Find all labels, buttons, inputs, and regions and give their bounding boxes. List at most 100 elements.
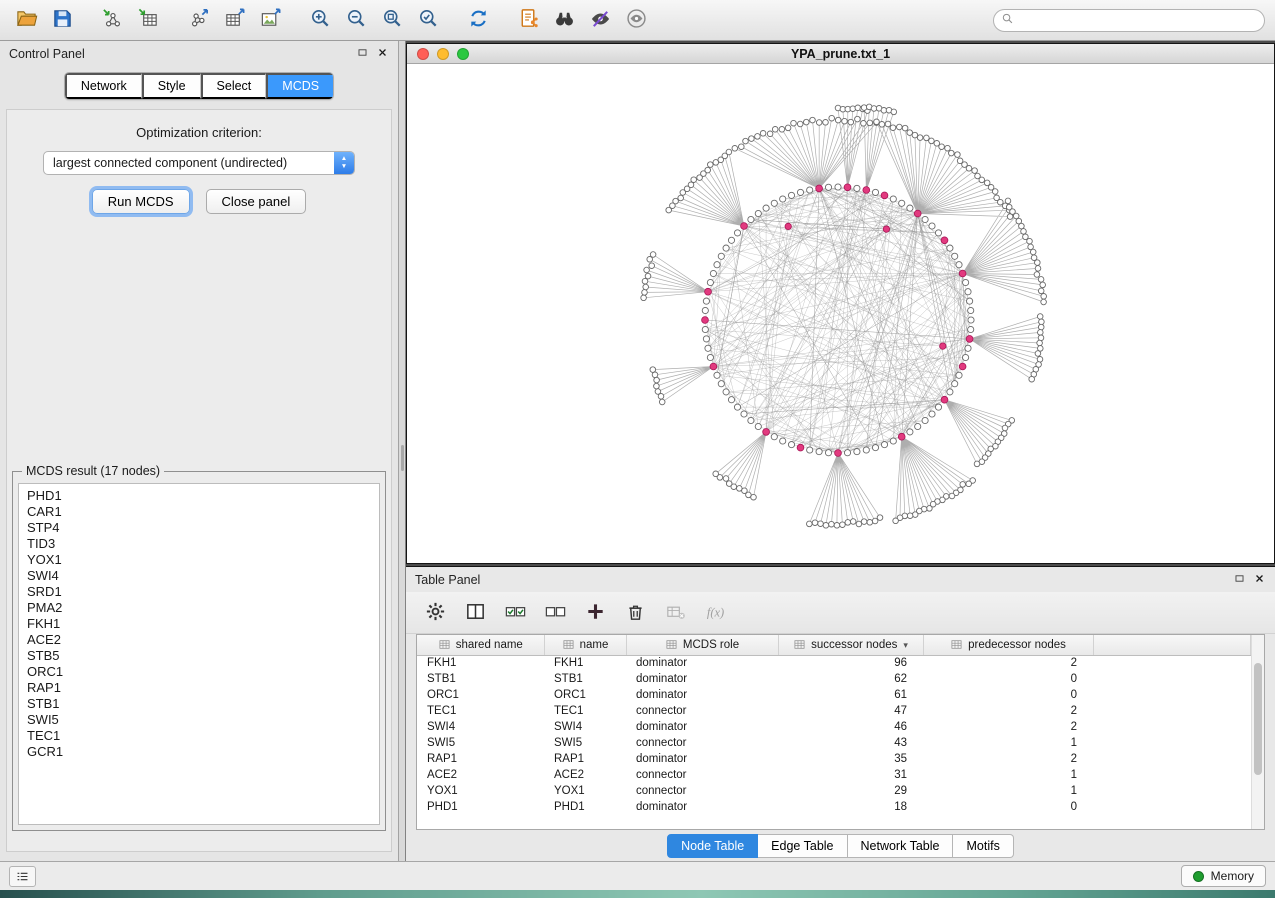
column-header-mcds-role[interactable]: MCDS role [626, 635, 778, 655]
float-window-icon[interactable] [356, 46, 369, 62]
table-row[interactable]: FKH1FKH1dominator962 [417, 655, 1251, 671]
mcds-result-item[interactable]: TEC1 [27, 728, 379, 744]
mcds-result-item[interactable]: ACE2 [27, 632, 379, 648]
mcds-role-cell: connector [626, 783, 778, 799]
memory-status-icon [1193, 871, 1204, 882]
hide-graphics-button[interactable] [584, 4, 616, 36]
tab-motifs[interactable]: Motifs [953, 834, 1013, 858]
column-layout-button[interactable] [460, 598, 490, 628]
table-row[interactable]: YOX1YOX1connector291 [417, 783, 1251, 799]
mcds-result-item[interactable]: CAR1 [27, 504, 379, 520]
select-all-checkboxes-button[interactable] [500, 598, 530, 628]
vertical-splitter[interactable] [398, 41, 406, 861]
tab-mcds[interactable]: MCDS [266, 73, 333, 99]
column-header-shared-name[interactable]: shared name [417, 635, 544, 655]
filler-cell [1093, 799, 1251, 815]
mcds-result-item[interactable]: TID3 [27, 536, 379, 552]
mcds-result-item[interactable]: FKH1 [27, 616, 379, 632]
column-header-predecessor-nodes[interactable]: predecessor nodes [923, 635, 1093, 655]
float-window-icon[interactable] [1233, 572, 1246, 588]
binoculars-button[interactable] [548, 4, 580, 36]
column-menu-chevron-icon[interactable]: ▾ [903, 640, 908, 650]
refresh-button[interactable] [462, 4, 494, 36]
column-header-name[interactable]: name [544, 635, 626, 655]
table-scrollbar[interactable] [1251, 635, 1264, 829]
share-document-button[interactable] [512, 4, 544, 36]
scrollbar-thumb[interactable] [1254, 663, 1262, 775]
show-graphics-button[interactable] [620, 4, 652, 36]
splitter-handle[interactable] [401, 445, 404, 471]
export-network-button[interactable] [182, 4, 214, 36]
deselect-all-checkboxes-button[interactable] [540, 598, 570, 628]
import-network-button[interactable] [96, 4, 128, 36]
successor-nodes-cell: 29 [778, 783, 923, 799]
mcds-result-item[interactable]: STP4 [27, 520, 379, 536]
tab-node-table[interactable]: Node Table [667, 834, 758, 858]
mcds-tab-content: Optimization criterion: largest connecte… [6, 109, 392, 852]
mcds-result-item[interactable]: SRD1 [27, 584, 379, 600]
zoom-in-button[interactable] [304, 4, 336, 36]
mcds-result-item[interactable]: SWI5 [27, 712, 379, 728]
fit-selected-button[interactable] [412, 4, 444, 36]
table-row[interactable]: STB1STB1dominator620 [417, 671, 1251, 687]
search-input[interactable] [1019, 13, 1258, 27]
table-row[interactable]: RAP1RAP1dominator352 [417, 751, 1251, 767]
table-row[interactable]: PHD1PHD1dominator180 [417, 799, 1251, 815]
tab-network[interactable]: Network [65, 73, 142, 99]
successor-nodes-cell: 96 [778, 655, 923, 671]
close-panel-button[interactable]: Close panel [206, 189, 307, 214]
table-row[interactable]: SWI4SWI4dominator462 [417, 719, 1251, 735]
network-window-titlebar[interactable]: YPA_prune.txt_1 [407, 44, 1274, 64]
tab-network-table[interactable]: Network Table [848, 834, 954, 858]
table-row[interactable]: ACE2ACE2connector311 [417, 767, 1251, 783]
name-cell: FKH1 [544, 655, 626, 671]
zoom-out-button[interactable] [340, 4, 372, 36]
memory-button[interactable]: Memory [1181, 865, 1266, 887]
open-folder-button[interactable] [10, 4, 42, 36]
control-panel: Control Panel NetworkStyleSelectMCDS Opt… [0, 41, 398, 861]
table-row[interactable]: TEC1TEC1connector472 [417, 703, 1251, 719]
table-panel-title: Table Panel [415, 573, 480, 587]
node-table: shared namenameMCDS rolesuccessor nodes▾… [416, 634, 1265, 830]
close-panel-icon[interactable] [1253, 572, 1266, 588]
minimize-traffic-light[interactable] [437, 48, 449, 60]
criterion-dropdown[interactable]: largest connected component (undirected)… [43, 151, 355, 175]
table-row[interactable]: ORC1ORC1dominator610 [417, 687, 1251, 703]
column-header-successor-nodes[interactable]: successor nodes▾ [778, 635, 923, 655]
export-image-icon [259, 7, 282, 33]
mcds-result-item[interactable]: SWI4 [27, 568, 379, 584]
tab-select[interactable]: Select [201, 73, 267, 99]
predecessor-nodes-cell: 0 [923, 799, 1093, 815]
add-column-button[interactable] [580, 598, 610, 628]
settings-gear-button[interactable] [420, 598, 450, 628]
panel-menu-button[interactable] [9, 866, 36, 887]
fit-content-button[interactable] [376, 4, 408, 36]
shared-name-cell: YOX1 [417, 783, 544, 799]
run-mcds-button[interactable]: Run MCDS [92, 189, 190, 214]
mcds-result-item[interactable]: PHD1 [27, 488, 379, 504]
import-table-button[interactable] [132, 4, 164, 36]
name-cell: YOX1 [544, 783, 626, 799]
tab-style[interactable]: Style [142, 73, 201, 99]
mcds-result-item[interactable]: ORC1 [27, 664, 379, 680]
tab-edge-table[interactable]: Edge Table [758, 834, 847, 858]
mcds-result-item[interactable]: YOX1 [27, 552, 379, 568]
mcds-result-item[interactable]: STB5 [27, 648, 379, 664]
mcds-result-item[interactable]: GCR1 [27, 744, 379, 760]
mcds-result-item[interactable]: RAP1 [27, 680, 379, 696]
export-image-button[interactable] [254, 4, 286, 36]
table-row[interactable]: SWI5SWI5connector431 [417, 735, 1251, 751]
main-toolbar [0, 0, 1275, 41]
network-canvas[interactable] [407, 64, 1274, 563]
save-file-button[interactable] [46, 4, 78, 36]
close-panel-icon[interactable] [376, 46, 389, 62]
export-table-button[interactable] [218, 4, 250, 36]
mcds-result-item[interactable]: PMA2 [27, 600, 379, 616]
close-traffic-light[interactable] [417, 48, 429, 60]
mcds-result-item[interactable]: STB1 [27, 696, 379, 712]
mcds-role-cell: connector [626, 735, 778, 751]
binoculars-icon [553, 7, 576, 33]
delete-column-button[interactable] [620, 598, 650, 628]
table-toolbar: f(x) [406, 592, 1275, 634]
maximize-traffic-light[interactable] [457, 48, 469, 60]
